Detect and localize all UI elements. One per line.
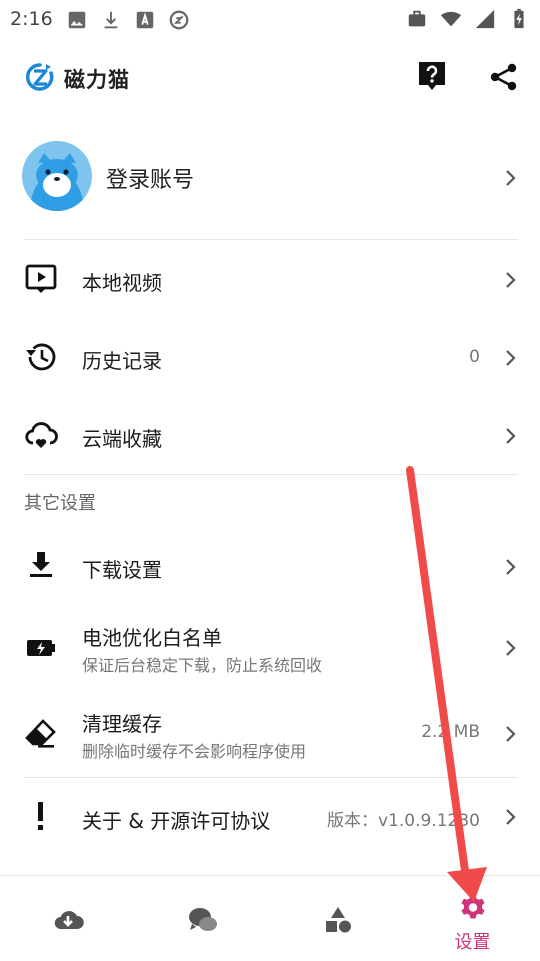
chat-bubbles-icon: [188, 908, 217, 931]
chevron-right-icon: [506, 559, 516, 575]
history-row[interactable]: 历史记录 0: [0, 326, 540, 390]
nav-settings[interactable]: 设置: [405, 876, 540, 961]
cloud-favorites-label: 云端收藏: [82, 427, 162, 451]
chevron-right-icon: [506, 726, 516, 742]
nav-settings-label: 设置: [454, 932, 491, 953]
shapes-icon: [325, 907, 351, 933]
login-account-label: 登录账号: [106, 168, 195, 193]
chevron-right-icon: [506, 170, 516, 186]
app-logo-small-icon: [169, 10, 189, 30]
divider: [24, 777, 518, 778]
wifi-icon: [440, 11, 462, 27]
battery-whitelist-subtitle: 保证后台稳定下载，防止系统回收: [82, 656, 323, 675]
image-icon: [68, 11, 86, 29]
nav-categories[interactable]: [270, 876, 405, 961]
cloud-heart-icon: [25, 422, 58, 448]
about-license-row[interactable]: 关于 & 开源许可协议 版本：v1.0.9.1230: [0, 784, 540, 850]
battery-whitelist-label: 电池优化白名单: [82, 626, 222, 650]
exclamation-icon: [38, 802, 43, 830]
app-version: 版本：v1.0.9.1230: [327, 811, 480, 831]
battery-charging-icon: [514, 8, 524, 29]
download-settings-row[interactable]: 下载设置: [0, 534, 540, 598]
nav-cloud-download[interactable]: [0, 876, 135, 961]
bottom-navigation: 设置: [0, 875, 540, 961]
system-icons: [406, 8, 530, 30]
share-icon[interactable]: [489, 62, 519, 92]
history-count: 0: [469, 347, 480, 367]
chevron-right-icon: [506, 640, 516, 656]
avatar[interactable]: [22, 141, 92, 211]
divider: [24, 239, 518, 240]
app-logo-icon: [26, 63, 54, 91]
chevron-right-icon: [506, 272, 516, 288]
section-title-other-settings: 其它设置: [24, 493, 96, 514]
app-title: 磁力猫: [64, 68, 130, 92]
about-license-label: 关于 & 开源许可协议: [82, 809, 271, 833]
notification-icons: [66, 9, 190, 31]
download-settings-label: 下载设置: [82, 558, 162, 582]
status-bar: 2:16: [0, 0, 540, 38]
gear-icon: [460, 895, 485, 919]
cat-avatar-icon: [22, 141, 92, 211]
clear-cache-label: 清理缓存: [82, 712, 162, 736]
cache-size: 2.2 MB: [421, 722, 480, 742]
history-icon: [26, 343, 56, 371]
briefcase-icon: [408, 10, 426, 27]
eraser-icon: [25, 719, 56, 748]
clear-cache-row[interactable]: 清理缓存 删除临时缓存不会影响程序使用 2.2 MB: [0, 698, 540, 770]
font-a-icon: [136, 11, 154, 29]
local-videos-row[interactable]: 本地视频: [0, 248, 540, 312]
battery-whitelist-row[interactable]: 电池优化白名单 保证后台稳定下载，防止系统回收: [0, 612, 540, 684]
status-time: 2:16: [10, 8, 53, 30]
login-account-row[interactable]: 登录账号: [0, 132, 540, 222]
history-label: 历史记录: [82, 349, 162, 373]
cloud-favorites-row[interactable]: 云端收藏: [0, 404, 540, 468]
signal-icon: [475, 9, 495, 29]
chevron-right-icon: [506, 809, 516, 825]
app-header: 磁力猫: [0, 50, 540, 106]
nav-chat[interactable]: [135, 876, 270, 961]
download-icon: [104, 11, 118, 29]
download-icon: [30, 552, 52, 577]
local-videos-label: 本地视频: [82, 271, 162, 295]
video-play-icon: [25, 264, 57, 293]
divider: [24, 474, 518, 475]
chevron-right-icon: [506, 428, 516, 444]
help-icon[interactable]: [417, 60, 447, 92]
cloud-download-icon: [54, 911, 84, 930]
chevron-right-icon: [506, 350, 516, 366]
clear-cache-subtitle: 删除临时缓存不会影响程序使用: [82, 742, 307, 761]
battery-charging-icon: [27, 640, 55, 656]
